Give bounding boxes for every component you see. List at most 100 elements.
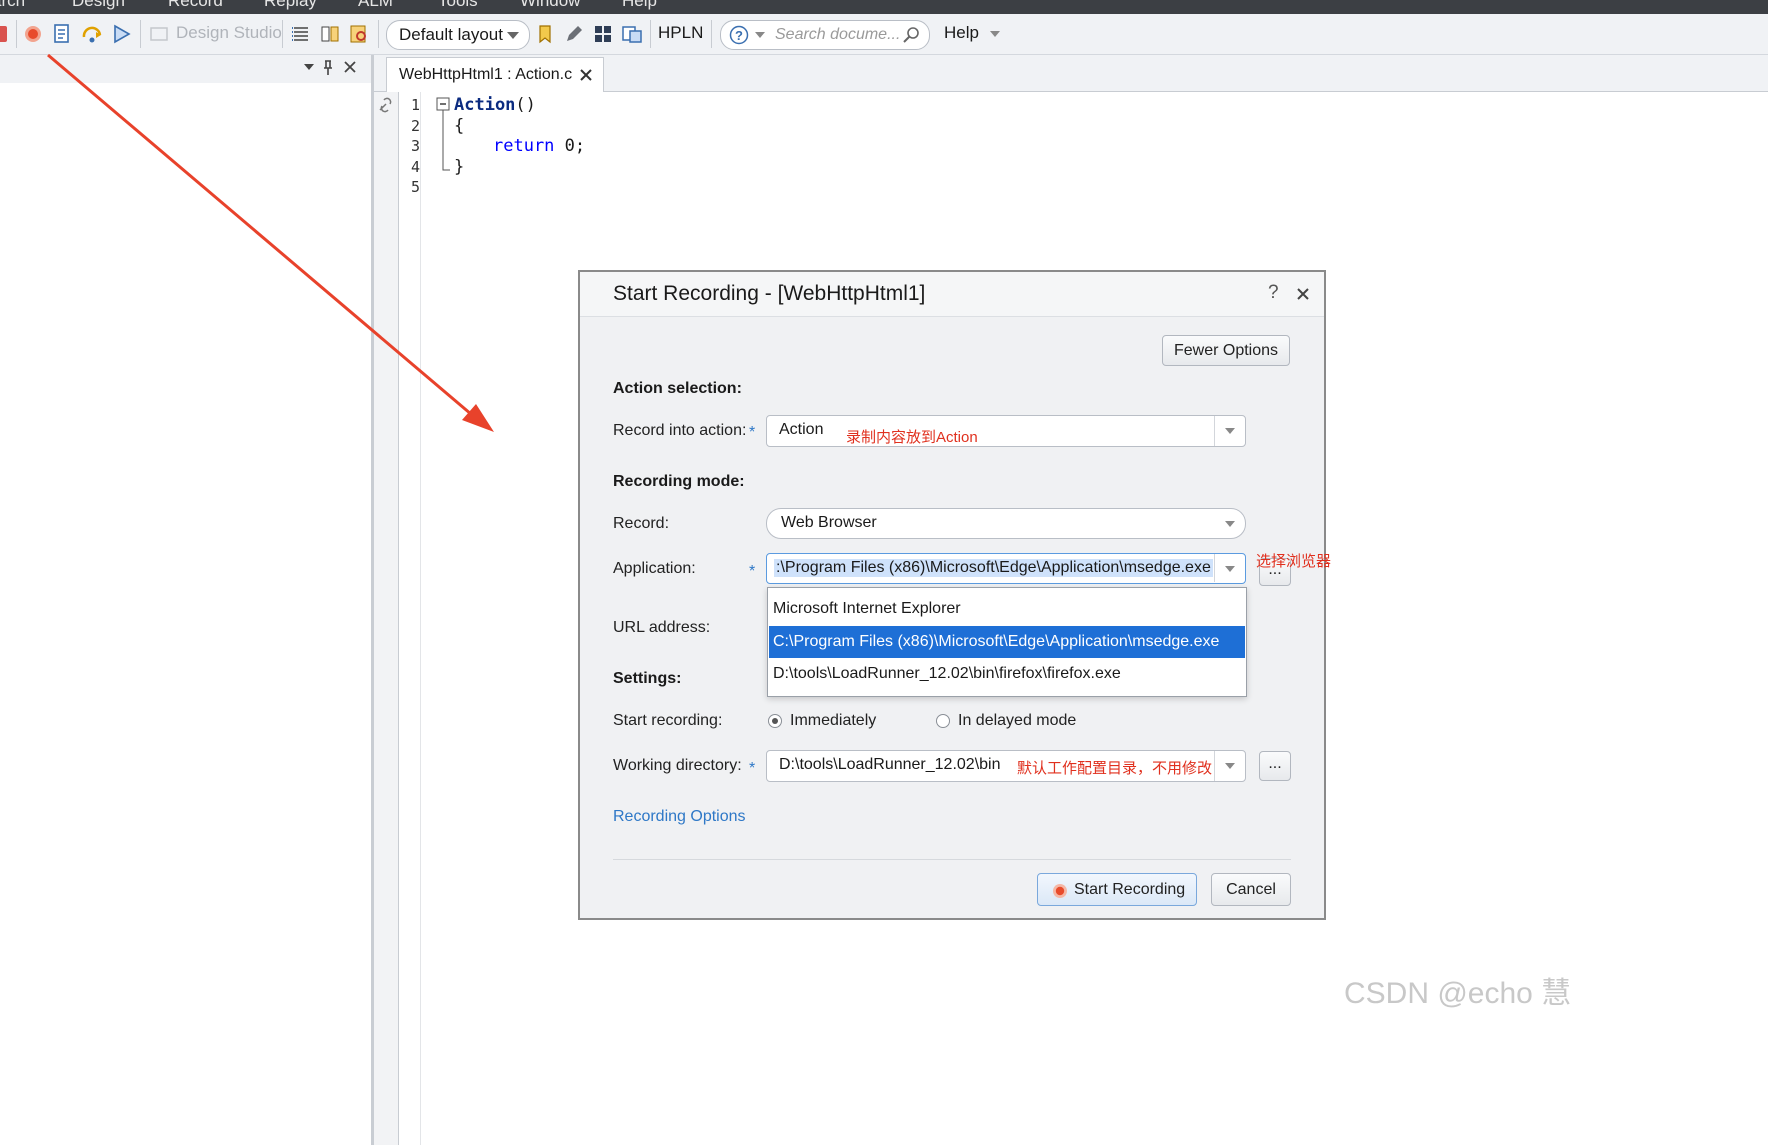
required-mark: *	[749, 424, 756, 441]
menu-item-tools[interactable]: Tools	[438, 0, 478, 11]
design-studio-button[interactable]: Design Studio	[176, 23, 282, 43]
chevron-down-icon[interactable]	[1214, 554, 1245, 582]
tab-label: WebHttpHtml1 : Action.c	[399, 66, 573, 83]
hpln-button[interactable]: HPLN	[658, 23, 703, 43]
design-studio-icon	[150, 27, 168, 41]
close-tab-icon[interactable]	[579, 68, 593, 82]
application-value: :\Program Files (x86)\Microsoft\Edge\App…	[774, 559, 1213, 577]
record-icon[interactable]	[22, 23, 44, 45]
step-over-icon[interactable]	[81, 23, 103, 45]
code-return-value: 0;	[554, 136, 586, 156]
menu-item-help[interactable]: Help	[622, 0, 657, 11]
chevron-down-icon[interactable]	[755, 32, 765, 38]
application-option[interactable]: Microsoft Internet Explorer	[769, 593, 1245, 625]
menu-item-design[interactable]: Design	[72, 0, 125, 11]
browse-directory-button[interactable]: ...	[1259, 751, 1291, 781]
annotation-browser-note: 选择浏览器	[1256, 553, 1332, 570]
immediately-label[interactable]: Immediately	[790, 712, 876, 730]
search-box[interactable]: ?	[720, 20, 930, 50]
immediately-radio[interactable]	[768, 714, 782, 728]
application-option-selected[interactable]: C:\Program Files (x86)\Microsoft\Edge\Ap…	[769, 626, 1245, 658]
menu-item-record[interactable]: Record	[168, 0, 223, 11]
section-action-selection: Action selection:	[613, 380, 742, 397]
fold-toggle[interactable]	[436, 97, 452, 177]
regenerate-script-icon[interactable]	[51, 23, 73, 45]
line-number: 1	[410, 96, 420, 114]
line-number: 2	[410, 117, 420, 135]
record-into-action-value: Action	[779, 421, 824, 438]
delayed-mode-label[interactable]: In delayed mode	[958, 712, 1076, 730]
start-recording-label: Start recording:	[613, 712, 723, 729]
line-number: 3	[410, 137, 420, 155]
chevron-down-icon[interactable]	[1214, 416, 1245, 446]
keyword-return: return	[493, 136, 555, 156]
chevron-down-icon[interactable]	[990, 31, 1000, 37]
search-icon[interactable]	[901, 25, 921, 45]
menu-item-search[interactable]: arch	[0, 0, 25, 11]
fewer-options-button[interactable]: Fewer Options	[1162, 335, 1290, 366]
menu-bar: arch Design Record Replay ALM Tools Wind…	[0, 0, 1768, 14]
toolbar: Design Studio Default layout HPLN ? Help	[0, 14, 1768, 55]
dialog-title-bar: Start Recording - [WebHttpHtml1] ?	[580, 272, 1324, 317]
help-circle-icon: ?	[729, 25, 749, 45]
search-results-icon[interactable]	[348, 23, 370, 45]
working-directory-label: Working directory:	[613, 757, 742, 774]
record-label: Record:	[613, 515, 670, 532]
required-mark: *	[749, 760, 756, 777]
menu-item-replay[interactable]: Replay	[264, 0, 317, 11]
chevron-down-icon[interactable]	[1215, 509, 1245, 537]
menu-item-alm[interactable]: ALM	[358, 0, 393, 11]
record-mode-select[interactable]: Web Browser	[766, 508, 1246, 539]
layout-select-value: Default layout	[399, 25, 503, 44]
save-icon[interactable]	[0, 23, 10, 45]
delayed-mode-radio[interactable]	[936, 714, 950, 728]
section-recording-mode: Recording mode:	[613, 473, 745, 490]
record-into-action-select[interactable]: Action	[766, 415, 1246, 447]
link-icon	[379, 97, 392, 113]
required-mark: *	[749, 563, 756, 580]
url-address-label: URL address:	[613, 619, 711, 636]
compare-scripts-icon[interactable]	[319, 23, 341, 45]
line-number: 4	[410, 158, 420, 176]
annotation-action-note: 录制内容放到Action	[846, 429, 978, 446]
search-input[interactable]	[773, 24, 907, 46]
pane-menu-icon[interactable]	[304, 64, 314, 70]
grid-icon[interactable]	[592, 23, 614, 45]
code-paren: ()	[515, 95, 536, 115]
bookmark-icon[interactable]	[534, 23, 556, 45]
replay-icon[interactable]	[110, 23, 132, 45]
close-icon[interactable]	[343, 60, 357, 74]
svg-text:?: ?	[735, 28, 743, 43]
layout-select[interactable]: Default layout	[386, 20, 530, 50]
close-dialog-icon[interactable]	[1296, 287, 1310, 301]
record-into-action-label: Record into action:	[613, 422, 747, 439]
list-view-icon[interactable]	[290, 23, 312, 45]
windows-icon[interactable]	[621, 23, 643, 45]
record-mode-value: Web Browser	[781, 514, 877, 531]
left-pane-header	[0, 55, 371, 83]
tab-action-c[interactable]: WebHttpHtml1 : Action.c	[386, 57, 604, 92]
chevron-down-icon	[507, 32, 519, 39]
start-recording-label-text: Start Recording	[1074, 881, 1186, 898]
application-select[interactable]: :\Program Files (x86)\Microsoft\Edge\App…	[766, 553, 1246, 584]
application-dropdown-list: Microsoft Internet Explorer C:\Program F…	[767, 587, 1247, 697]
pen-icon[interactable]	[563, 23, 585, 45]
function-name: Action	[454, 95, 516, 115]
start-recording-button[interactable]: Start Recording	[1037, 873, 1197, 906]
watermark: CSDN @echo 慧	[1344, 977, 1572, 1010]
pin-icon[interactable]	[320, 59, 336, 77]
dialog-title: Start Recording - [WebHttpHtml1]	[613, 282, 926, 305]
working-directory-value: D:\tools\LoadRunner_12.02\bin	[779, 756, 1001, 773]
code-line-2: {	[454, 116, 465, 136]
recording-options-link[interactable]: Recording Options	[613, 808, 746, 826]
application-label: Application:	[613, 560, 696, 577]
cancel-button[interactable]: Cancel	[1211, 873, 1291, 906]
chevron-down-icon[interactable]	[1214, 751, 1245, 781]
menu-item-window[interactable]: Window	[520, 0, 580, 11]
application-option[interactable]: D:\tools\LoadRunner_12.02\bin\firefox\fi…	[769, 658, 1245, 690]
left-pane	[0, 55, 371, 1145]
help-menu-button[interactable]: Help	[944, 23, 979, 43]
help-button[interactable]: ?	[1268, 282, 1279, 304]
section-settings: Settings:	[613, 670, 682, 687]
code-line-4: }	[454, 157, 465, 177]
